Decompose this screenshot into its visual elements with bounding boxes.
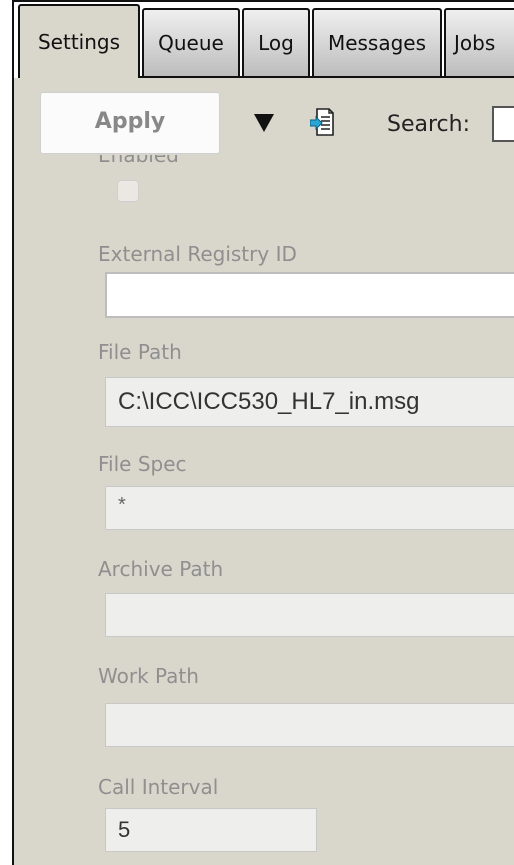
call-interval-value: 5 [118,817,131,842]
tab-jobs[interactable]: Jobs [444,8,514,76]
file-spec-label: File Spec [98,452,187,476]
tab-log[interactable]: Log [242,8,310,76]
tab-messages-label: Messages [327,31,427,55]
call-interval-field[interactable]: 5 [105,808,317,852]
enabled-checkbox[interactable] [117,180,139,202]
tab-messages[interactable]: Messages [312,8,442,76]
apply-button[interactable]: Apply [40,92,220,154]
work-path-field[interactable] [105,703,514,747]
call-interval-label: Call Interval [98,775,219,799]
file-path-value: C:\ICC\ICC530_HL7_in.msg [118,388,420,415]
external-registry-id-field[interactable] [105,272,514,318]
tab-bar: Settings Queue Log Messages Jobs [14,0,514,78]
archive-path-label: Archive Path [98,557,224,581]
tab-log-label: Log [258,31,294,55]
settings-panel: Settings Queue Log Messages Jobs Apply S… [12,0,514,865]
work-path-label: Work Path [98,664,199,688]
triangle-down-icon[interactable] [254,114,274,132]
document-export-icon[interactable] [310,108,334,136]
search-label: Search: [387,112,470,137]
archive-path-field[interactable] [105,593,514,637]
toolbar: Apply Search: [14,78,514,158]
tab-queue-label: Queue [158,31,224,55]
tab-settings[interactable]: Settings [18,4,140,78]
tab-settings-label: Settings [37,30,121,54]
file-spec-value: * [118,494,126,516]
file-spec-field[interactable]: * [105,486,514,530]
file-path-field[interactable]: C:\ICC\ICC530_HL7_in.msg [105,377,514,427]
enabled-label-clip: Enabled [98,155,218,169]
file-path-label: File Path [98,340,182,364]
tab-queue[interactable]: Queue [142,8,240,76]
enabled-label: Enabled [98,155,179,167]
external-registry-id-label: External Registry ID [98,242,297,266]
search-input[interactable] [492,106,514,142]
tab-jobs-label: Jobs [454,31,496,55]
